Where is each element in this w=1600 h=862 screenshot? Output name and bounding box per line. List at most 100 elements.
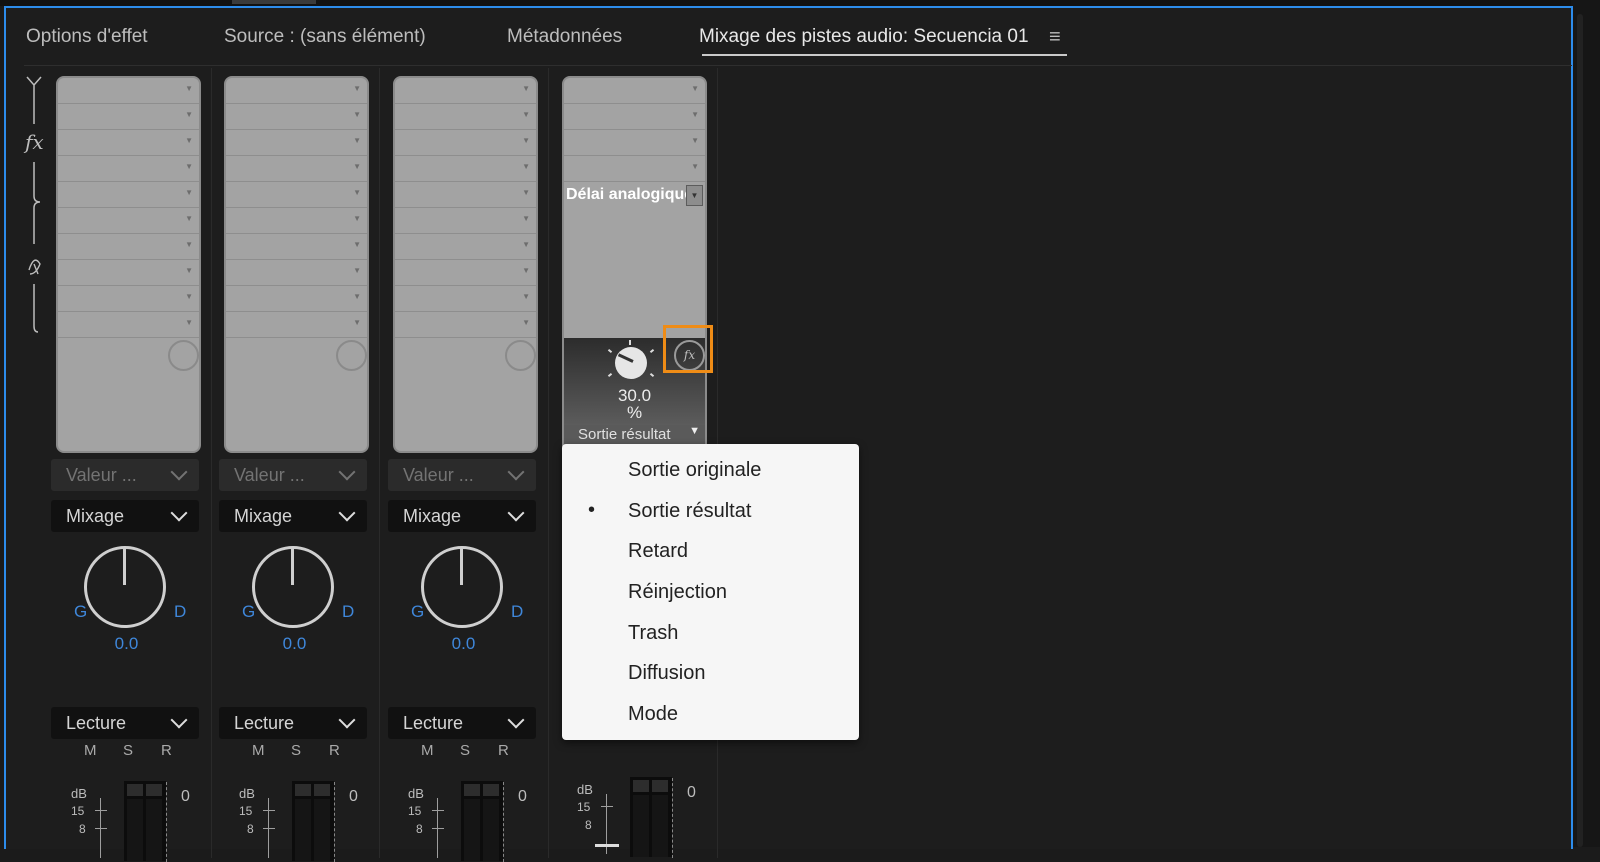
send-slot[interactable]: ▼ xyxy=(58,208,199,234)
solo-button[interactable]: S xyxy=(291,742,301,759)
effect-slot[interactable]: ▼ xyxy=(395,156,536,182)
effect-parameter-selector[interactable]: Sortie résultat ▼ xyxy=(564,425,705,445)
effect-parameter-value[interactable]: 30.0% xyxy=(564,387,705,421)
effect-slot[interactable]: ▼ xyxy=(395,78,536,104)
value-dropdown[interactable]: Valeur ... xyxy=(388,459,536,491)
effect-slot[interactable]: ▼ xyxy=(226,130,367,156)
send-slot[interactable]: ▼ xyxy=(226,312,367,338)
effect-slot[interactable]: ▼ xyxy=(226,78,367,104)
automation-mode-label: Lecture xyxy=(234,713,295,733)
menu-item-result-output[interactable]: Sortie résultat xyxy=(628,500,751,523)
send-slot[interactable]: ▼ xyxy=(226,286,367,312)
effect-slot[interactable]: ▼ xyxy=(564,130,705,156)
send-slot[interactable]: ▼ xyxy=(226,234,367,260)
send-slot[interactable]: ▼ xyxy=(58,234,199,260)
meter-scale xyxy=(334,782,340,862)
fx-bypass-icon[interactable]: fx xyxy=(674,340,705,371)
meter-zero-label: 0 xyxy=(181,788,190,805)
effects-rack: ▼ ▼ ▼ ▼ Délai analogique ▼ 30.0% Sortie … xyxy=(562,76,707,453)
effects-rack: ▼ ▼ ▼ ▼ ▼ ▼ ▼ ▼ ▼ ▼ xyxy=(393,76,538,453)
menu-item-trash[interactable]: Trash xyxy=(628,622,678,645)
dropdown-arrow-icon: ▼ xyxy=(689,425,700,437)
send-slot[interactable]: ▼ xyxy=(395,260,536,286)
record-button[interactable]: R xyxy=(498,742,509,759)
menu-item-original-output[interactable]: Sortie originale xyxy=(628,459,761,482)
menu-item-delay[interactable]: Retard xyxy=(628,540,688,563)
effect-slot[interactable]: ▼ xyxy=(395,182,536,208)
tab-source[interactable]: Source : (sans élément) xyxy=(224,26,426,48)
mix-dropdown[interactable]: Mixage xyxy=(388,500,536,532)
send-slot[interactable]: ▼ xyxy=(226,260,367,286)
solo-button[interactable]: S xyxy=(460,742,470,759)
pan-value[interactable]: 0.0 xyxy=(393,634,534,654)
automation-mode-dropdown[interactable]: Lecture xyxy=(388,707,536,739)
send-slot[interactable]: ▼ xyxy=(395,234,536,260)
knob-tick xyxy=(649,372,655,378)
effect-slot-dropdown-icon[interactable]: ▼ xyxy=(686,185,703,206)
send-slot[interactable]: ▼ xyxy=(395,286,536,312)
db-tick-8: 8 xyxy=(585,818,592,832)
effect-slot[interactable]: ▼ xyxy=(226,156,367,182)
send-level-knob[interactable] xyxy=(336,340,367,371)
mute-button[interactable]: M xyxy=(84,742,97,759)
mix-dropdown[interactable]: Mixage xyxy=(51,500,199,532)
automation-mode-dropdown[interactable]: Lecture xyxy=(51,707,199,739)
pan-knob[interactable] xyxy=(421,546,503,628)
db-tick-15: 15 xyxy=(71,804,85,818)
tab-effect-options[interactable]: Options d'effet xyxy=(26,26,148,48)
mute-button[interactable]: M xyxy=(421,742,434,759)
send-level-knob[interactable] xyxy=(168,340,199,371)
fader-tick xyxy=(432,810,444,811)
effect-slot[interactable]: ▼ xyxy=(58,182,199,208)
effect-slot[interactable]: ▼ xyxy=(226,104,367,130)
strip-separator xyxy=(211,68,212,858)
effect-slot[interactable]: ▼ xyxy=(395,130,536,156)
mute-button[interactable]: M xyxy=(252,742,265,759)
right-panel-scroll[interactable] xyxy=(1577,14,1583,847)
rail-brackets-icon xyxy=(26,76,42,333)
effect-slot[interactable]: ▼ xyxy=(564,104,705,130)
effect-slot[interactable]: ▼ xyxy=(564,78,705,104)
send-slot[interactable]: ▼ xyxy=(58,312,199,338)
effect-slot[interactable]: ▼ xyxy=(58,156,199,182)
send-slot[interactable]: ▼ xyxy=(226,208,367,234)
effect-slot[interactable]: ▼ xyxy=(226,182,367,208)
effect-slot[interactable]: ▼ xyxy=(395,104,536,130)
pan-knob[interactable] xyxy=(84,546,166,628)
record-button[interactable]: R xyxy=(161,742,172,759)
menu-item-feedback[interactable]: Réinjection xyxy=(628,581,727,604)
menu-item-mode[interactable]: Mode xyxy=(628,703,678,726)
pan-value[interactable]: 0.0 xyxy=(56,634,197,654)
pan-value[interactable]: 0.0 xyxy=(224,634,365,654)
record-button[interactable]: R xyxy=(329,742,340,759)
meter-scale xyxy=(672,778,678,858)
value-dropdown[interactable]: Valeur ... xyxy=(219,459,367,491)
value-dropdown[interactable]: Valeur ... xyxy=(51,459,199,491)
meter-scale xyxy=(503,782,509,862)
effect-slot[interactable]: ▼ xyxy=(58,104,199,130)
effect-slot[interactable]: ▼ xyxy=(564,156,705,182)
send-slot[interactable]: ▼ xyxy=(58,260,199,286)
hamburger-menu-icon[interactable]: ≡ xyxy=(1049,26,1061,49)
menu-item-spread[interactable]: Diffusion xyxy=(628,662,705,685)
send-slot[interactable]: ▼ xyxy=(58,286,199,312)
tab-metadata[interactable]: Métadonnées xyxy=(507,26,622,48)
pan-indicator xyxy=(460,549,463,585)
level-meter xyxy=(461,781,503,861)
effect-slot-analog-delay[interactable]: Délai analogique ▼ xyxy=(564,182,705,208)
automation-mode-dropdown[interactable]: Lecture xyxy=(219,707,367,739)
db-label: dB xyxy=(577,782,593,797)
effect-slot[interactable]: ▼ xyxy=(58,130,199,156)
selected-bullet-icon: • xyxy=(588,499,596,521)
tab-audio-track-mixer[interactable]: Mixage des pistes audio: Secuencia 01 xyxy=(699,26,1029,48)
solo-button[interactable]: S xyxy=(123,742,133,759)
effect-parameter-knob[interactable] xyxy=(615,347,647,379)
send-slot[interactable]: ▼ xyxy=(395,208,536,234)
send-level-knob[interactable] xyxy=(505,340,536,371)
chevron-down-icon xyxy=(507,463,525,481)
mix-dropdown[interactable]: Mixage xyxy=(219,500,367,532)
pan-knob[interactable] xyxy=(252,546,334,628)
knob-value-number: 30.0 xyxy=(617,386,652,405)
send-slot[interactable]: ▼ xyxy=(395,312,536,338)
effect-slot[interactable]: ▼ xyxy=(58,78,199,104)
